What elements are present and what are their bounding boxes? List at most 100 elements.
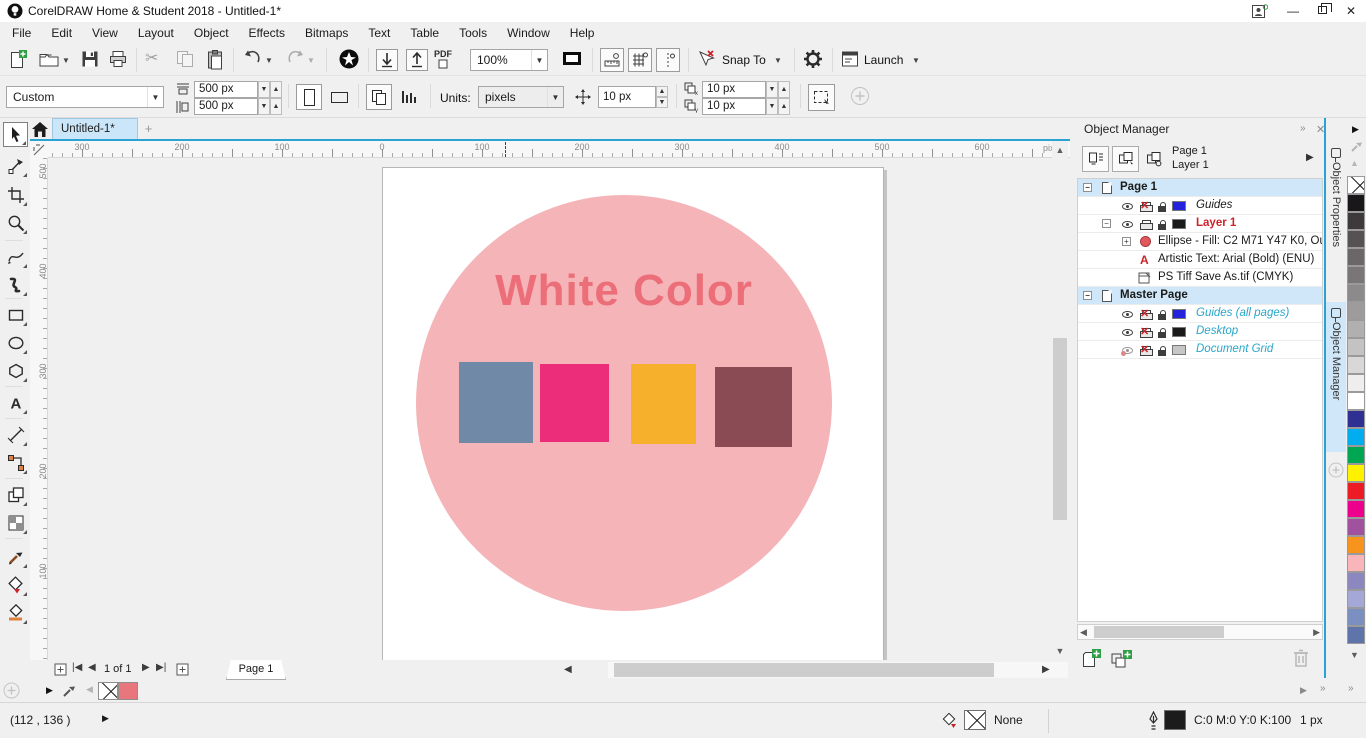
palette-swatch[interactable] <box>1347 608 1365 626</box>
new-document-tab-button[interactable]: + <box>142 123 155 136</box>
outline-color-swatch[interactable] <box>1164 710 1186 730</box>
scroll-down-arrow[interactable]: ▼ <box>1052 646 1068 656</box>
docpal-scroll-right[interactable]: ▶ <box>1300 685 1307 696</box>
palette-swatch[interactable] <box>1347 500 1365 518</box>
visibility-eye-icon[interactable] <box>1122 311 1133 318</box>
pick-tool[interactable] <box>3 122 28 147</box>
menu-view[interactable]: View <box>82 23 128 43</box>
ellipse-tool[interactable] <box>3 330 28 355</box>
menu-edit[interactable]: Edit <box>41 23 82 43</box>
publish-pdf-button[interactable]: PDF <box>434 49 452 69</box>
polygon-tool[interactable] <box>3 358 28 383</box>
all-pages-button[interactable] <box>366 84 392 110</box>
palette-swatch[interactable] <box>1347 248 1365 266</box>
page-width-field[interactable]: 500 px <box>194 81 258 98</box>
layer-manager-view-button[interactable] <box>1140 146 1167 172</box>
docpal-swatch[interactable] <box>118 682 138 700</box>
color-square-4[interactable] <box>715 367 792 447</box>
tree-row-document-grid[interactable]: ✕ Document Grid <box>1078 341 1322 359</box>
close-button[interactable]: ✕ <box>1336 0 1366 22</box>
tree-row-ellipse[interactable]: + Ellipse - Fill: C2 M71 Y47 K0, Ou <box>1078 233 1322 251</box>
horizontal-scrollbar[interactable] <box>608 662 1068 678</box>
nudge-down[interactable]: ▼ <box>656 97 668 108</box>
menu-text[interactable]: Text <box>358 23 400 43</box>
menu-window[interactable]: Window <box>497 23 560 43</box>
horizontal-ruler[interactable]: 300 200 100 0 100 200 300 400 500 600 pi… <box>30 141 1070 158</box>
docpal-eyedropper-icon[interactable] <box>62 684 76 698</box>
layer-color-swatch[interactable] <box>1172 309 1186 319</box>
rectangle-tool[interactable] <box>3 302 28 327</box>
crop-tool[interactable] <box>3 182 28 207</box>
palette-eyedropper-icon[interactable] <box>1350 140 1363 153</box>
next-page-button[interactable]: ▶ <box>142 662 150 673</box>
context-flyout-arrow[interactable]: ▶ <box>1306 152 1314 163</box>
paste-button[interactable] <box>205 49 225 71</box>
delete-button[interactable] <box>1292 648 1310 668</box>
scroll-left-arrow[interactable]: ◀ <box>1080 627 1087 638</box>
palette-swatch[interactable] <box>1347 302 1365 320</box>
duplicate-y-spinner[interactable]: ▲ <box>778 98 790 115</box>
tree-row-tiff[interactable]: PS Tiff Save As.tif (CMYK) <box>1078 269 1322 287</box>
scroll-right-arrow[interactable]: ▶ <box>1313 627 1320 638</box>
color-square-1[interactable] <box>459 362 533 443</box>
lock-icon[interactable] <box>1158 310 1167 320</box>
collapse-toggle[interactable]: − <box>1083 291 1092 300</box>
docpal-expand-chevron[interactable]: » <box>1320 683 1326 694</box>
layer-color-swatch[interactable] <box>1172 345 1186 355</box>
show-rulers-button[interactable] <box>600 48 624 72</box>
minimize-button[interactable]: — <box>1278 0 1308 22</box>
first-page-button[interactable]: |◀ <box>72 662 82 673</box>
palette-scroll-up[interactable]: ▲ <box>1350 158 1359 168</box>
add-page-before-button[interactable] <box>54 663 67 676</box>
quick-customize-button[interactable] <box>1328 462 1344 478</box>
current-page-button[interactable] <box>396 84 422 110</box>
redo-dropdown[interactable]: ▼ <box>307 56 315 65</box>
vscroll-thumb[interactable] <box>1053 338 1067 520</box>
options-gear-icon[interactable] <box>802 48 824 70</box>
artistic-text-object[interactable]: White Color <box>416 266 832 316</box>
duplicate-x-spinner[interactable]: ▲ <box>778 81 790 98</box>
treat-as-filled-button[interactable] <box>808 84 835 111</box>
duplicate-y-field[interactable]: 10 px <box>702 98 766 115</box>
page-preset-combo[interactable]: Custom ▼ <box>6 86 164 108</box>
lock-icon[interactable] <box>1158 202 1167 212</box>
menu-tools[interactable]: Tools <box>449 23 497 43</box>
landscape-button[interactable] <box>326 84 352 110</box>
shape-tool[interactable] <box>3 153 28 178</box>
redo-button[interactable] <box>284 48 306 70</box>
color-square-3[interactable] <box>631 364 696 444</box>
portrait-button[interactable] <box>296 84 322 110</box>
page-width-spinner[interactable]: ▲ <box>270 81 282 98</box>
tree-row-page1[interactable]: − Page 1 <box>1078 179 1322 197</box>
smart-fill-tool[interactable] <box>3 600 28 625</box>
hscroll-left-arrow[interactable]: ◀ <box>564 664 572 675</box>
duplicate-y-dropdown[interactable]: ▼ <box>766 98 778 115</box>
expand-toggle[interactable]: + <box>1122 237 1131 246</box>
lock-icon[interactable] <box>1158 346 1167 356</box>
printable-icon[interactable]: ✕ <box>1140 202 1152 211</box>
snap-off-icon[interactable] <box>696 49 716 69</box>
palette-swatch[interactable] <box>1347 374 1365 392</box>
fill-none-swatch[interactable] <box>964 710 986 730</box>
launch-icon[interactable] <box>840 49 860 69</box>
restore-button[interactable] <box>1308 0 1338 22</box>
palette-swatch[interactable] <box>1347 536 1365 554</box>
show-guidelines-button[interactable] <box>656 48 680 72</box>
scroll-up-arrow[interactable]: ▲ <box>1052 141 1068 155</box>
vertical-ruler[interactable]: 500 400 300 200 100 <box>30 158 48 660</box>
printable-icon[interactable] <box>1140 220 1152 229</box>
copy-button[interactable] <box>175 49 195 69</box>
show-object-properties-button[interactable] <box>1082 146 1109 172</box>
palette-options-chevron[interactable]: » <box>1348 683 1354 694</box>
collapse-toggle[interactable]: − <box>1102 219 1111 228</box>
tree-row-master-page[interactable]: − Master Page <box>1078 287 1322 305</box>
layer-color-swatch[interactable] <box>1172 219 1186 229</box>
printable-icon[interactable]: ✕ <box>1140 346 1152 355</box>
units-dropdown[interactable]: ▼ <box>547 87 563 107</box>
palette-swatch[interactable] <box>1347 284 1365 302</box>
palette-swatch[interactable] <box>1347 212 1365 230</box>
welcome-home-button[interactable] <box>30 120 50 139</box>
search-content-button[interactable] <box>338 48 360 70</box>
tab-object-properties[interactable]: Object Properties <box>1326 142 1346 300</box>
new-master-layer-button[interactable] <box>1110 648 1134 670</box>
